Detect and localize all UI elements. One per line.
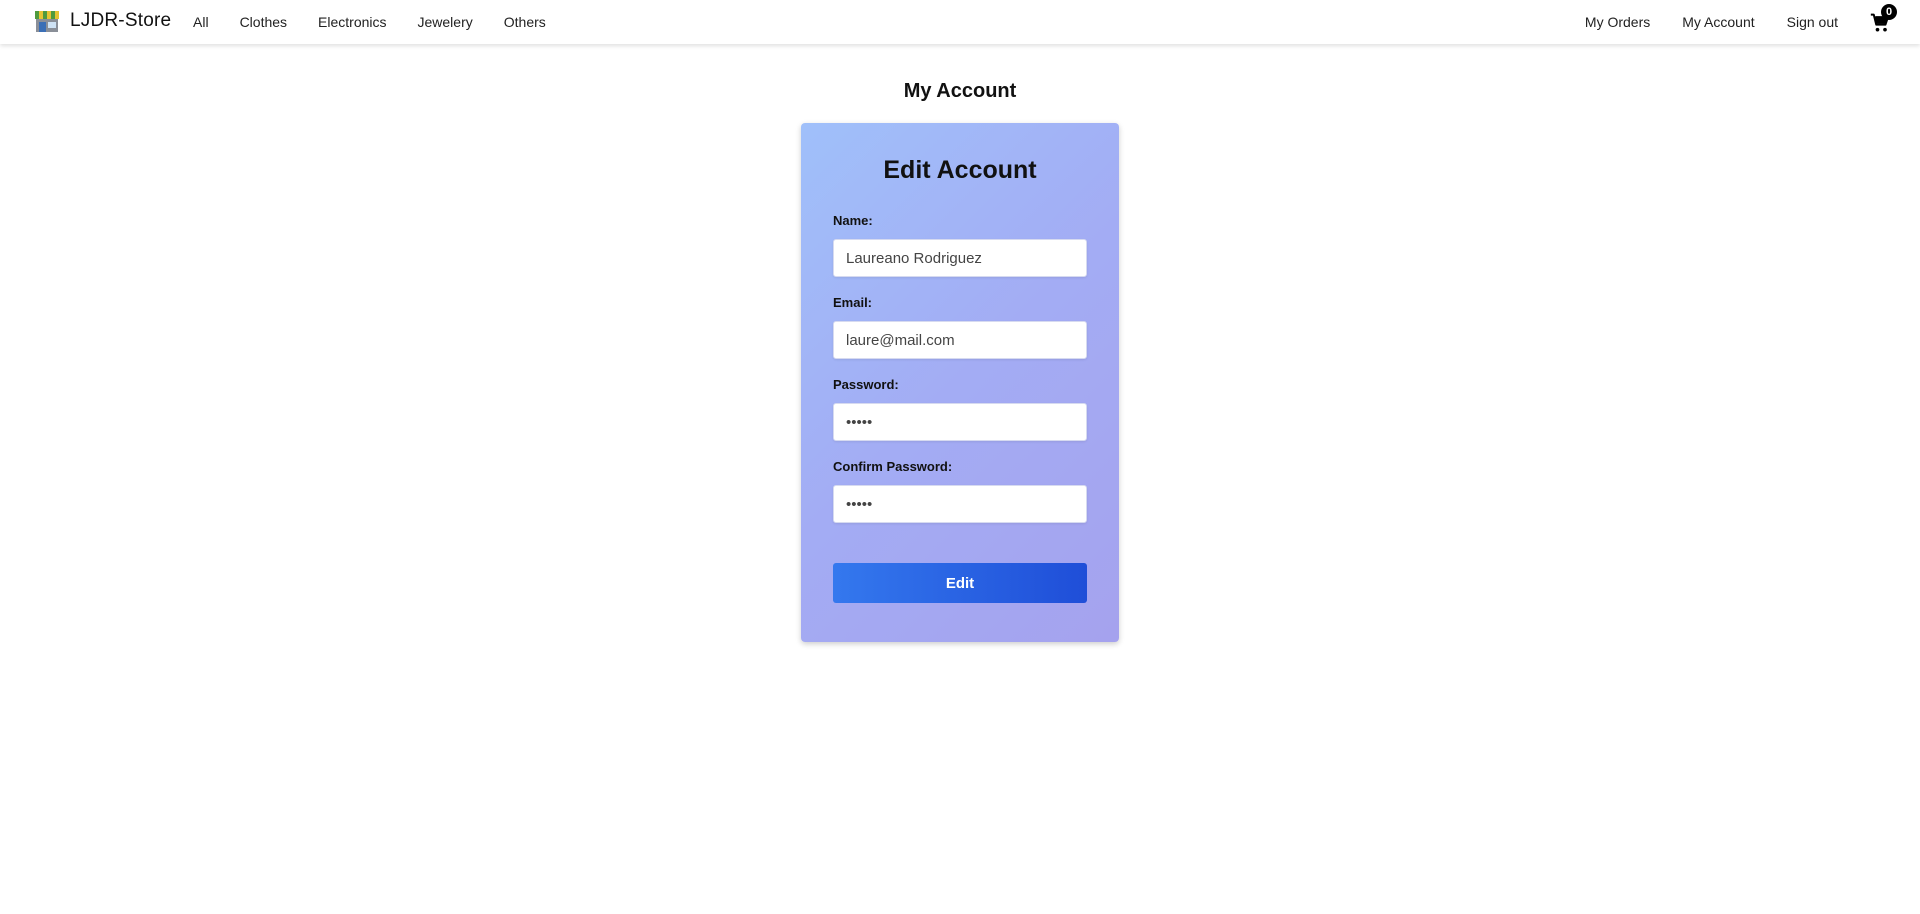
storefront-icon bbox=[35, 11, 59, 32]
edit-button[interactable]: Edit bbox=[833, 563, 1087, 603]
page-title: My Account bbox=[903, 80, 1017, 102]
brand-name: LJDR-Store bbox=[70, 10, 172, 31]
name-field[interactable] bbox=[833, 239, 1087, 277]
nav-link-my-account[interactable]: My Account bbox=[1682, 14, 1754, 30]
cart-count-badge: 0 bbox=[1881, 4, 1897, 20]
nav-link-sign-out[interactable]: Sign out bbox=[1787, 14, 1838, 30]
password-field[interactable] bbox=[833, 403, 1087, 441]
form-title: Edit Account bbox=[883, 156, 1037, 184]
top-navbar: LJDR-Store All Clothes Electronics Jewel… bbox=[0, 0, 1920, 44]
edit-account-form: Edit Account Name: Email: Password: Conf… bbox=[801, 123, 1119, 642]
cart-button[interactable]: 0 bbox=[1870, 4, 1897, 34]
nav-link-clothes[interactable]: Clothes bbox=[240, 14, 287, 30]
password-label: Password: bbox=[833, 377, 899, 392]
nav-link-electronics[interactable]: Electronics bbox=[318, 14, 386, 30]
nav-link-my-orders[interactable]: My Orders bbox=[1585, 14, 1650, 30]
nav-link-others[interactable]: Others bbox=[504, 14, 546, 30]
brand-link[interactable]: LJDR-Store bbox=[34, 9, 171, 33]
confirm-password-label: Confirm Password: bbox=[833, 459, 953, 474]
nav-link-all[interactable]: All bbox=[193, 14, 209, 30]
name-label: Name: bbox=[833, 213, 873, 228]
account-nav: My Orders My Account Sign out 0 bbox=[1585, 0, 1920, 44]
confirm-password-field[interactable] bbox=[833, 485, 1087, 523]
category-nav: All Clothes Electronics Jewelery Others bbox=[193, 0, 577, 44]
nav-link-jewelery[interactable]: Jewelery bbox=[418, 14, 473, 30]
email-field[interactable] bbox=[833, 321, 1087, 359]
email-label: Email: bbox=[833, 295, 873, 310]
